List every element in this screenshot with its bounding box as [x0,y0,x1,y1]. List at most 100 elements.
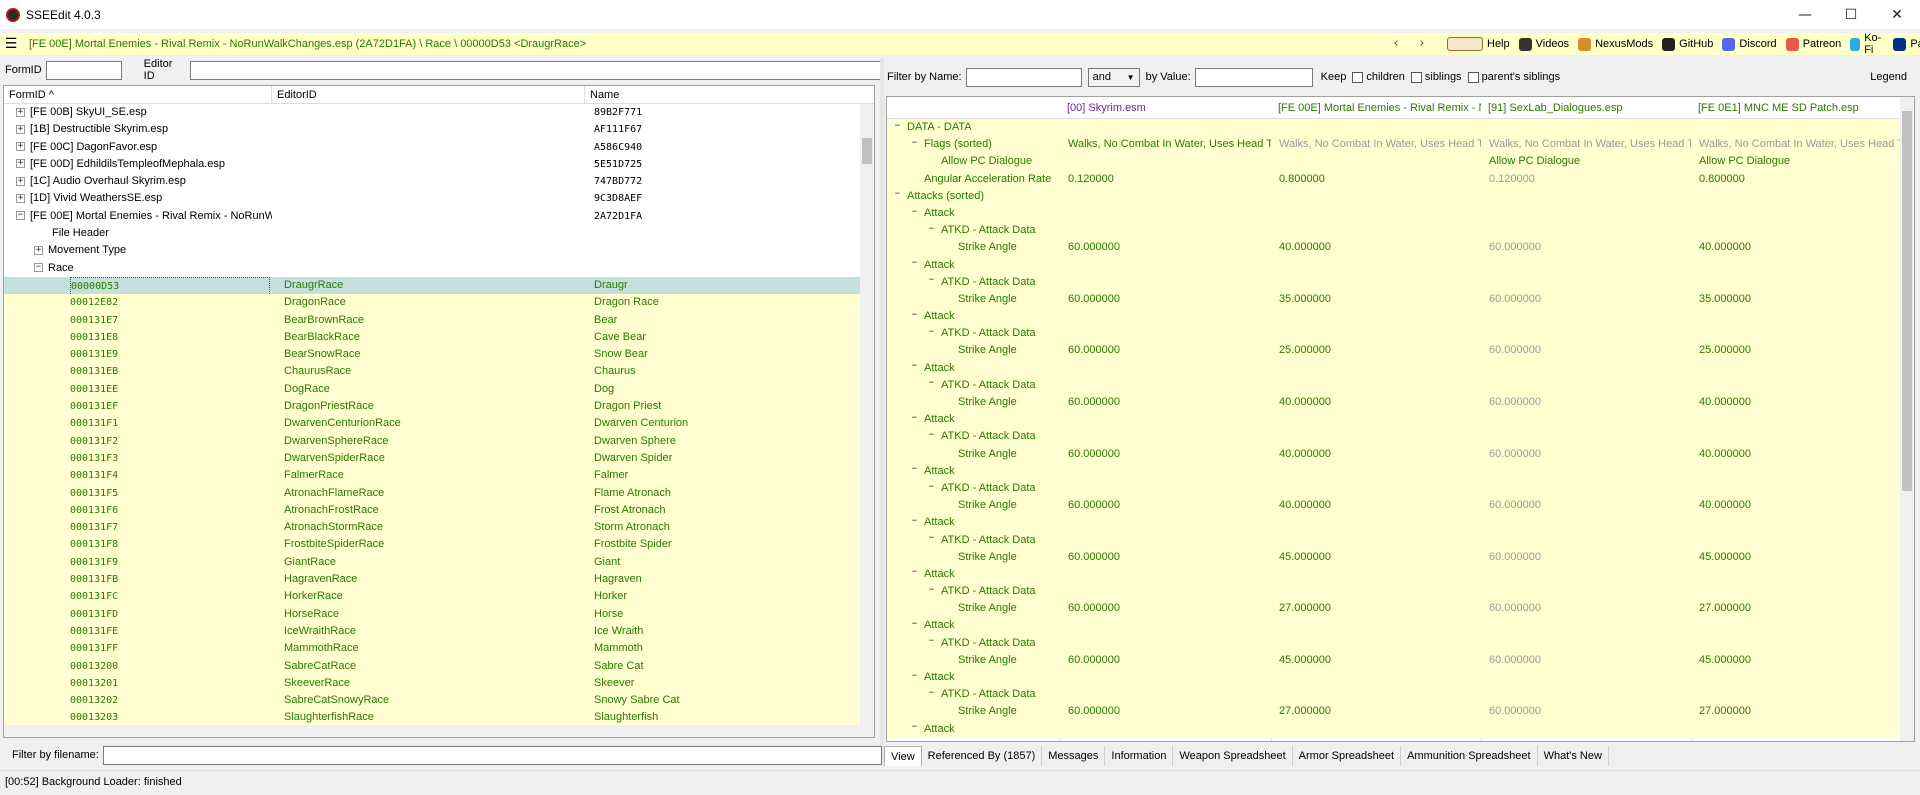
collapse-icon[interactable]: − [910,310,919,321]
tab-view[interactable]: View [884,746,922,766]
compare-row[interactable]: − Attack [887,617,1902,635]
record-row[interactable]: 000131F9 GiantRace Giant [4,553,862,572]
compare-row[interactable]: Strike Angle 60.000000 27.000000 60.000000 2… [887,600,1902,618]
record-row[interactable]: 000131F8 FrostbiteSpiderRace Frostbite Spi… [4,536,862,554]
compare-row[interactable]: − ATKD - Attack Data [887,583,1902,601]
plugin-column-header[interactable]: [00] Skyrim.esm [1060,97,1271,119]
plugin-column-header[interactable]: [91] SexLab_Dialogues.esp [1481,97,1691,119]
collapse-icon[interactable]: − [910,138,919,149]
compare-row[interactable]: − Attack [887,669,1902,687]
record-row[interactable]: 000131EE DogRace Dog [4,380,862,399]
compare-row[interactable]: − Attack [887,308,1902,326]
record-row[interactable]: 00000D53 DraugrRace Draugr [4,276,862,297]
compare-row[interactable]: − ATKD - Attack Data [887,686,1902,704]
toolbar-link-videos[interactable]: Videos [1518,37,1569,51]
menu-icon[interactable]: ☰ [0,36,22,52]
plugin-column-header[interactable]: [FE 0E1] MNC ME SD Patch.esp [1691,97,1902,119]
collapse-icon[interactable]: − [927,327,936,338]
collapse-icon[interactable]: − [910,362,919,372]
compare-row[interactable]: − Attack [887,359,1902,377]
compare-row[interactable]: − Attack [887,204,1902,223]
children-checkbox[interactable] [1352,71,1364,83]
compare-row[interactable]: Strike Angle 60.000000 40.000000 60.000000 4… [887,497,1902,515]
compare-row[interactable]: − DATA - DATA [887,119,1902,137]
toolbar-link-ko-fi[interactable]: Ko-Fi [1850,32,1884,56]
plugin-row[interactable]: + [1C] Audio Overhaul Skyrim.esp 747BD772 [4,173,862,190]
compare-row[interactable]: Strike Angle 60.000000 25.000000 60.000000 2… [887,342,1902,360]
legend-button[interactable]: Legend [1870,71,1907,83]
expand-icon[interactable]: + [16,176,25,186]
expand-icon[interactable]: + [16,124,25,134]
compare-row[interactable]: − ATKD - Attack Data [887,376,1902,394]
record-row[interactable]: 000131EB ChaurusRace Chaurus [4,363,862,381]
compare-row[interactable]: − Flags (sorted) Walks, No Combat In Water… [887,136,1902,154]
tab-weapon-spreadsheet[interactable]: Weapon Spreadsheet [1173,746,1293,766]
column-name[interactable]: Name [585,86,874,104]
siblings-checkbox[interactable] [1410,71,1422,83]
record-row[interactable]: 00013202 SabreCatSnowyRace Snowy Sabre Cat [4,692,862,710]
record-row[interactable]: 00013200 SabreCatRace Sabre Cat [4,657,862,675]
collapse-icon[interactable]: − [927,430,936,441]
record-row[interactable]: 000131F3 DwarvenSpiderRace Dwarven Spider [4,449,862,468]
collapse-icon[interactable]: − [893,190,902,200]
compare-row[interactable]: − Attack [887,462,1902,480]
toolbar-link-paypal[interactable]: PayPal [1893,37,1920,51]
record-row[interactable]: 00012E82 DragonRace Dragon Race [4,294,862,312]
expand-icon[interactable]: + [16,107,25,117]
tab-what-s-new[interactable]: What's New [1538,746,1609,766]
compare-row[interactable]: Strike Angle 60.000000 45.000000 60.000000 4… [887,651,1902,669]
compare-row[interactable]: − Attack [887,514,1902,532]
tab-referenced-by-1857[interactable]: Referenced By (1857) [922,746,1043,766]
expand-icon[interactable]: + [34,245,43,255]
collapse-icon[interactable]: − [927,637,936,647]
collapse-icon[interactable]: − [893,121,902,132]
parent-siblings-checkbox[interactable] [1467,71,1479,83]
compare-row[interactable]: Angular Acceleration Rate 0.120000 0.80000… [887,170,1902,188]
record-row[interactable]: 000131FF MammothRace Mammoth [4,640,862,658]
collapse-icon[interactable]: − [34,263,43,273]
toolbar-link-github[interactable]: GitHub [1662,37,1713,51]
record-row[interactable]: 00013201 SkeeverRace Skeever [4,674,862,693]
group-row[interactable]: − Race [4,260,862,277]
collapse-icon[interactable]: − [910,465,919,475]
toolbar-link-help[interactable]: Help [1447,37,1510,51]
record-row[interactable]: 000131FC HorkerRace Horker [4,588,862,606]
record-row[interactable]: 000131F7 AtronachStormRace Storm Atronach [4,519,862,537]
record-row[interactable]: 000131F1 DwarvenCenturionRace Dwarven Cent… [4,415,862,433]
expand-icon[interactable]: + [16,194,25,204]
compare-row[interactable]: − ATKD - Attack Data [887,273,1902,291]
compare-row[interactable]: Allow PC Dialogue Allow PC Dialogue Allow … [887,153,1902,171]
compare-row[interactable]: Strike Angle 60.000000 45.000000 60.000000 4… [887,548,1902,566]
compare-row[interactable]: − ATKD - Attack Data [887,222,1902,240]
plugin-row[interactable]: + [FE 00C] DagonFavor.esp A586C940 [4,139,862,156]
filter-value-input[interactable] [1194,67,1313,87]
forward-button[interactable]: › [1409,33,1435,55]
compare-row[interactable]: − Attack [887,720,1902,738]
record-row[interactable]: 000131EF DragonPriestRace Dragon Priest [4,398,862,416]
plugin-row[interactable]: + [1B] Destructible Skyrim.esp AF111F67 [4,121,862,138]
record-row[interactable]: 000131F6 AtronachFrostRace Frost Atronach [4,501,862,520]
collapse-icon[interactable]: − [910,568,919,578]
collapse-icon[interactable]: − [910,259,919,269]
compare-row[interactable]: − Attack [887,565,1902,584]
toolbar-link-nexusmods[interactable]: NexusMods [1578,37,1653,51]
filter-name-input[interactable] [965,67,1082,87]
compare-scroll-thumb[interactable] [1902,111,1912,491]
column-editorid[interactable]: EditorID [272,86,585,104]
tree-scroll-thumb[interactable] [862,138,872,164]
compare-row[interactable]: Strike Angle 60.000000 35.000000 60.000000 3… [887,290,1902,309]
compare-row[interactable]: − Attacks (sorted) [887,187,1902,205]
record-row[interactable]: 000131F5 AtronachFlameRace Flame Atronach [4,484,862,502]
compare-row[interactable]: Strike Angle 60.000000 40.000000 60.000000 4… [887,445,1902,463]
collapse-icon[interactable]: − [910,516,919,527]
collapse-icon[interactable]: − [910,207,919,218]
collapse-icon[interactable]: − [927,688,936,699]
compare-row[interactable]: − Attack [887,411,1902,429]
collapse-icon[interactable]: − [927,482,936,493]
collapse-icon[interactable]: − [910,671,919,682]
plugin-row[interactable]: − [FE 00E] Mortal Enemies - Rival Remix -… [4,208,862,225]
record-row[interactable]: 000131F4 FalmerRace Falmer [4,467,862,485]
record-row[interactable]: 000131E7 BearBrownRace Bear [4,311,862,329]
record-row[interactable]: 000131FB HagravenRace Hagraven [4,571,862,589]
record-row[interactable]: 000131E9 BearSnowRace Snow Bear [4,346,862,364]
